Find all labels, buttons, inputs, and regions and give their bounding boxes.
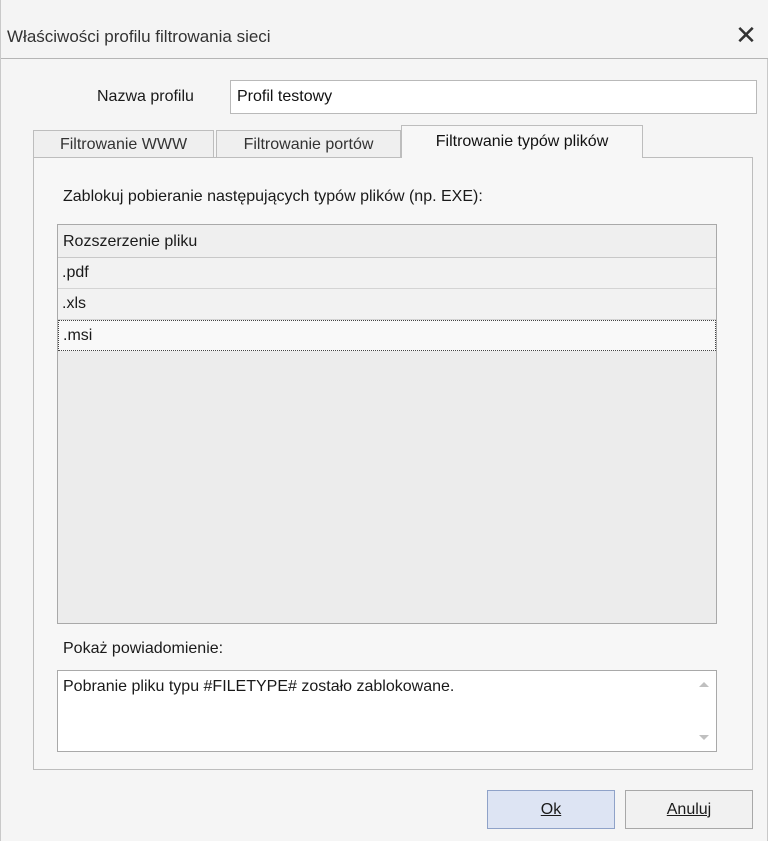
dialog-window: Właściwości profilu filtrowania sieci ✕ …	[0, 0, 768, 841]
scroll-up-icon[interactable]	[699, 682, 709, 687]
list-item-selected[interactable]: .msi	[58, 320, 716, 351]
block-instruction-label: Zablokuj pobieranie następujących typów …	[63, 188, 483, 205]
notification-text: Pobranie pliku typu #FILETYPE# zostało z…	[63, 678, 455, 695]
title-bar: Właściwości profilu filtrowania sieci ✕	[1, 0, 768, 59]
list-item[interactable]: .xls	[58, 289, 716, 320]
tab-port-filtering[interactable]: Filtrowanie portów	[216, 130, 401, 158]
profile-name-input[interactable]	[230, 80, 757, 114]
close-icon[interactable]: ✕	[733, 22, 759, 48]
dialog-title: Właściwości profilu filtrowania sieci	[7, 27, 271, 46]
cancel-button[interactable]: Anuluj	[625, 790, 753, 829]
notification-label: Pokaż powiadomienie:	[63, 640, 224, 657]
tab-filetype-filtering[interactable]: Filtrowanie typów plików	[401, 125, 643, 158]
notification-textarea[interactable]: Pobranie pliku typu #FILETYPE# zostało z…	[57, 670, 717, 752]
scroll-down-icon[interactable]	[699, 735, 709, 740]
vertical-scrollbar[interactable]	[693, 672, 715, 750]
tab-www-filtering[interactable]: Filtrowanie WWW	[33, 130, 214, 158]
ok-button[interactable]: Ok	[487, 790, 615, 829]
profile-name-label: Nazwa profilu	[97, 88, 194, 105]
list-item[interactable]: .pdf	[58, 258, 716, 289]
column-header-extension[interactable]: Rozszerzenie pliku	[58, 225, 716, 258]
filetype-list[interactable]: Rozszerzenie pliku .pdf .xls .msi	[57, 224, 717, 624]
